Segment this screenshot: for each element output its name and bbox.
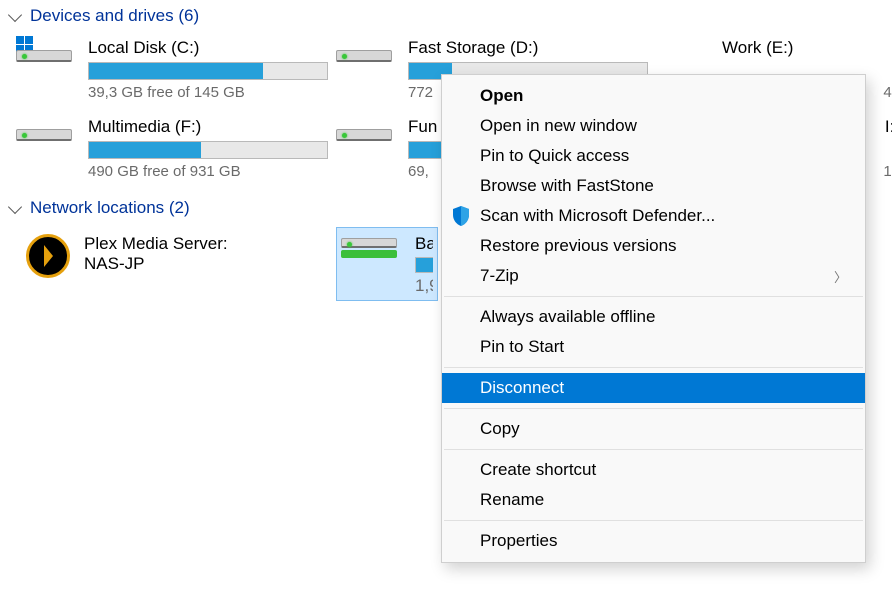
plex-icon (26, 234, 70, 278)
menu-restore-previous[interactable]: Restore previous versions (442, 231, 865, 261)
menu-separator (444, 520, 863, 521)
menu-scan-defender[interactable]: Scan with Microsoft Defender... (442, 201, 865, 231)
chevron-right-icon: 〉 (834, 267, 847, 286)
menu-separator (444, 296, 863, 297)
chevron-down-icon (8, 8, 22, 22)
drive-name: Work (E:) (722, 38, 892, 58)
shield-icon (452, 206, 470, 226)
net-item-line2: NAS-JP (84, 254, 228, 274)
net-item-line2: 1,9 (415, 276, 433, 296)
drive-icon (336, 117, 396, 141)
menu-separator (444, 449, 863, 450)
devices-section-header[interactable]: Devices and drives (6) (0, 0, 211, 32)
menu-open-new-window[interactable]: Open in new window (442, 111, 865, 141)
net-item-line1: Bac (415, 234, 433, 254)
drive-multimedia-f[interactable]: Multimedia (F:) 490 GB free of 931 GB (12, 115, 332, 182)
menu-always-available-offline[interactable]: Always available offline (442, 302, 865, 332)
context-menu: Open Open in new window Pin to Quick acc… (441, 74, 866, 563)
usage-bar (88, 141, 328, 159)
network-section-header[interactable]: Network locations (2) (0, 192, 202, 224)
drive-icon (16, 38, 76, 62)
menu-create-shortcut[interactable]: Create shortcut (442, 455, 865, 485)
usage-bar (415, 257, 433, 273)
net-item-line1: Plex Media Server: (84, 234, 228, 254)
drive-name: Fast Storage (D:) (408, 38, 648, 58)
network-backup-drive[interactable]: Bac 1,9 (337, 228, 437, 300)
menu-separator (444, 367, 863, 368)
devices-section-label: Devices and drives (6) (30, 6, 199, 26)
network-plex-server[interactable]: Plex Media Server: NAS-JP (22, 228, 327, 300)
drive-local-c[interactable]: Local Disk (C:) 39,3 GB free of 145 GB (12, 36, 332, 103)
menu-rename[interactable]: Rename (442, 485, 865, 515)
drive-icon (336, 38, 396, 62)
drive-free-text: 490 GB free of 931 GB (88, 163, 328, 180)
drive-icon (16, 117, 76, 141)
usage-bar (88, 62, 328, 80)
menu-pin-start[interactable]: Pin to Start (442, 332, 865, 362)
menu-properties[interactable]: Properties (442, 526, 865, 556)
menu-open[interactable]: Open (442, 81, 865, 111)
menu-7zip[interactable]: 7-Zip 〉 (442, 261, 865, 291)
menu-browse-faststone[interactable]: Browse with FastStone (442, 171, 865, 201)
menu-pin-quick-access[interactable]: Pin to Quick access (442, 141, 865, 171)
network-drive-icon (341, 232, 401, 258)
menu-separator (444, 408, 863, 409)
menu-copy[interactable]: Copy (442, 414, 865, 444)
drive-free-text: 39,3 GB free of 145 GB (88, 84, 328, 101)
drive-name: Local Disk (C:) (88, 38, 328, 58)
network-section-label: Network locations (2) (30, 198, 190, 218)
chevron-down-icon (8, 200, 22, 214)
menu-disconnect[interactable]: Disconnect (442, 373, 865, 403)
drive-name: Multimedia (F:) (88, 117, 328, 137)
